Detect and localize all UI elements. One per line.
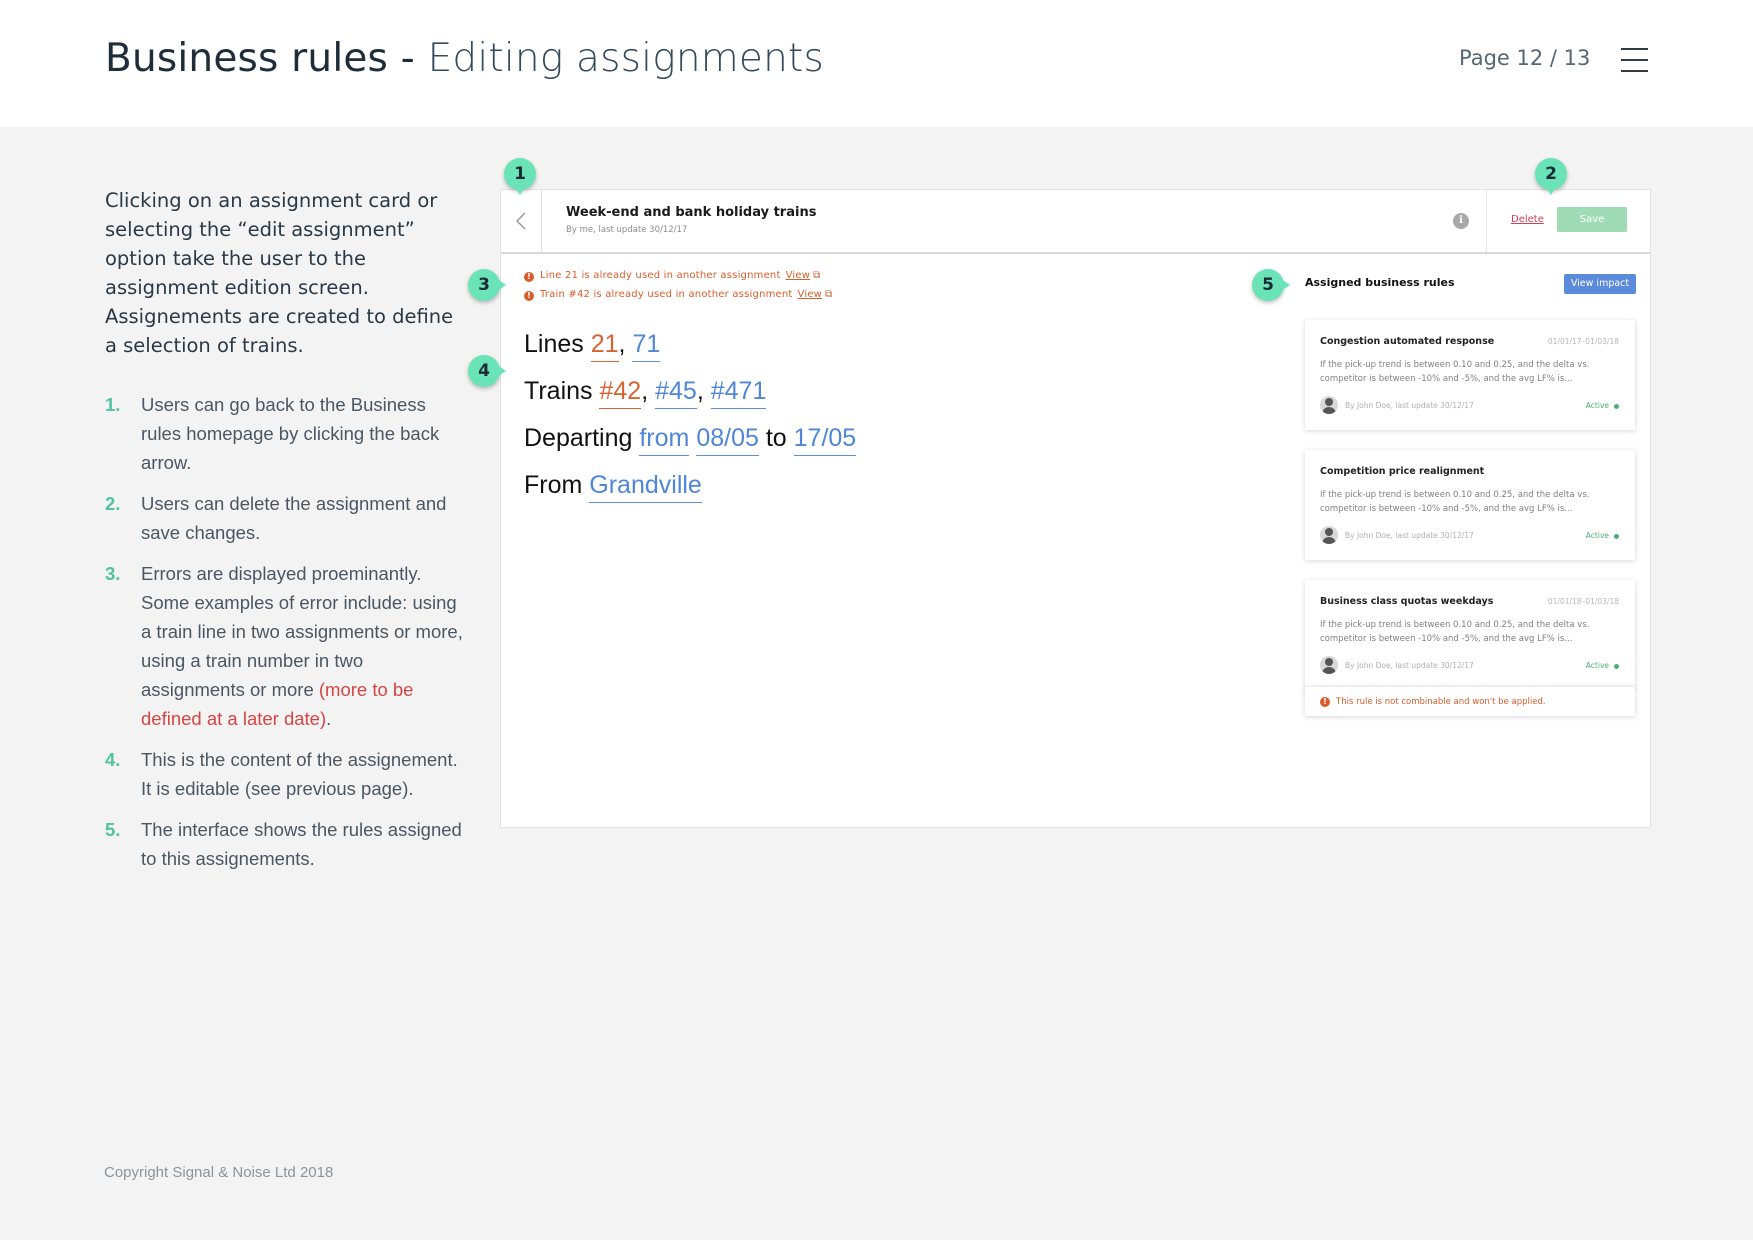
callout-badge-1: 1 xyxy=(504,158,536,195)
status-dot-icon xyxy=(1614,664,1619,669)
date-from-token[interactable]: 08/05 xyxy=(696,424,759,456)
rule-status: Active xyxy=(1585,661,1609,670)
status-dot-icon xyxy=(1614,404,1619,409)
train-token[interactable]: #42 xyxy=(599,377,642,409)
note-number: 5. xyxy=(105,819,121,840)
note-text-end: . xyxy=(326,708,332,729)
note-text: Users can delete the assignment and save… xyxy=(141,493,447,543)
from-token[interactable]: from xyxy=(639,424,690,456)
rule-title: Business class quotas weekdays xyxy=(1320,596,1494,607)
avatar xyxy=(1320,526,1338,544)
error-icon: ! xyxy=(524,291,534,301)
departing-label: Departing xyxy=(524,424,633,452)
rule-date: 01/01/18–01/03/18 xyxy=(1547,597,1619,606)
back-button[interactable] xyxy=(501,190,542,252)
external-link-icon: ⧉ xyxy=(813,270,821,281)
lines-label: Lines xyxy=(524,330,584,358)
train-token[interactable]: #45 xyxy=(655,377,697,409)
rule-description: If the pick-up trend is between 0.10 and… xyxy=(1320,620,1590,644)
content-departing-row: Departing from 08/05 to 17/05 xyxy=(524,424,857,456)
error-message: ! Line 21 is already used in another assi… xyxy=(524,270,820,282)
rule-title: Competition price realignment xyxy=(1320,466,1485,477)
rule-description: If the pick-up trend is between 0.10 and… xyxy=(1320,490,1590,514)
external-link-icon: ⧉ xyxy=(825,289,833,300)
note-item: 5. The interface shows the rules assigne… xyxy=(105,815,465,873)
error-message: ! Train #42 is already used in another as… xyxy=(524,289,832,301)
avatar xyxy=(1320,656,1338,674)
copyright-footer: Copyright Signal & Noise Ltd 2018 xyxy=(104,1164,334,1181)
delete-button[interactable]: Delete xyxy=(1511,214,1544,225)
date-to-token[interactable]: 17/05 xyxy=(793,424,857,456)
callout-badge-4: 4 xyxy=(468,355,506,387)
note-item: 4. This is the content of the assignemen… xyxy=(105,745,465,803)
to-label: to xyxy=(765,424,787,452)
callout-badge-5: 5 xyxy=(1252,269,1290,301)
hamburger-menu-icon[interactable] xyxy=(1621,48,1648,72)
info-icon[interactable]: i xyxy=(1453,213,1469,229)
content-trains-row: Trains #42, #45, #471 xyxy=(524,377,767,409)
view-impact-button[interactable]: View impact xyxy=(1564,274,1636,294)
warning-icon: ! xyxy=(1320,697,1330,707)
separator: , xyxy=(618,330,626,358)
editor-header: Week-end and bank holiday trains By me, … xyxy=(501,190,1650,254)
note-text: Errors are displayed proeminantly. Some … xyxy=(141,563,463,700)
rule-warning-text: This rule is not combinable and won't be… xyxy=(1336,697,1546,707)
separator: , xyxy=(641,377,649,405)
rule-card[interactable]: Business class quotas weekdays 01/01/18–… xyxy=(1305,580,1635,690)
note-number: 4. xyxy=(105,749,121,770)
train-token[interactable]: #471 xyxy=(710,377,767,409)
separator: , xyxy=(696,377,704,405)
chevron-left-icon xyxy=(515,212,526,230)
note-item: 1. Users can go back to the Business rul… xyxy=(105,390,465,477)
assignment-editor-mockup: Week-end and bank holiday trains By me, … xyxy=(500,189,1651,828)
status-dot-icon xyxy=(1614,534,1619,539)
notes-list: 1. Users can go back to the Business rul… xyxy=(105,390,465,885)
rule-meta: By John Doe, last update 30/12/17 xyxy=(1345,401,1474,410)
rule-card[interactable]: Congestion automated response 01/01/17–0… xyxy=(1305,320,1635,430)
rule-card[interactable]: Competition price realignment If the pic… xyxy=(1305,450,1635,560)
assignment-subtitle: By me, last update 30/12/17 xyxy=(566,225,688,235)
rule-date: 01/01/17–01/03/18 xyxy=(1547,337,1619,346)
rule-title: Congestion automated response xyxy=(1320,336,1495,347)
page-number: Page 12 / 13 xyxy=(1459,46,1591,70)
content-lines-row: Lines 21, 71 xyxy=(524,330,661,362)
intro-paragraph: Clicking on an assignment card or select… xyxy=(105,189,454,357)
note-text: Users can go back to the Business rules … xyxy=(141,394,440,473)
note-number: 1. xyxy=(105,394,121,415)
assignment-title: Week-end and bank holiday trains xyxy=(566,205,817,220)
assigned-rules-title: Assigned business rules xyxy=(1305,276,1455,289)
line-token[interactable]: 71 xyxy=(632,330,661,362)
callout-badge-2: 2 xyxy=(1535,158,1567,195)
line-token[interactable]: 21 xyxy=(590,330,619,362)
rule-status: Active xyxy=(1585,401,1609,410)
header-divider xyxy=(1486,190,1487,252)
note-number: 3. xyxy=(105,563,121,584)
from-label: From xyxy=(524,471,583,499)
page-title-sub: Editing assignments xyxy=(427,36,825,81)
error-icon: ! xyxy=(524,272,534,282)
rule-warning: ! This rule is not combinable and won't … xyxy=(1305,686,1635,716)
error-text: Train #42 is already used in another ass… xyxy=(540,289,793,300)
error-view-link[interactable]: View xyxy=(798,289,823,300)
top-bar: Business rules - Editing assignments Pag… xyxy=(0,0,1753,127)
note-item: 2. Users can delete the assignment and s… xyxy=(105,489,465,547)
page-title-main: Business rules - xyxy=(105,36,415,81)
rule-meta: By John Doe, last update 30/12/17 xyxy=(1345,531,1474,540)
rule-description: If the pick-up trend is between 0.10 and… xyxy=(1320,360,1590,384)
callout-badge-3: 3 xyxy=(468,269,506,301)
station-token[interactable]: Grandville xyxy=(589,471,702,503)
trains-label: Trains xyxy=(524,377,593,405)
note-item: 3. Errors are displayed proeminantly. So… xyxy=(105,559,465,733)
rule-meta: By John Doe, last update 30/12/17 xyxy=(1345,661,1474,670)
page-title: Business rules - Editing assignments xyxy=(105,36,824,81)
note-text: This is the content of the assignement. … xyxy=(141,749,458,799)
note-text: The interface shows the rules assigned t… xyxy=(141,819,462,869)
error-view-link[interactable]: View xyxy=(786,270,811,281)
rule-status: Active xyxy=(1585,531,1609,540)
content-from-row: From Grandville xyxy=(524,471,702,503)
save-button[interactable]: Save xyxy=(1557,207,1627,232)
avatar xyxy=(1320,396,1338,414)
note-number: 2. xyxy=(105,493,121,514)
error-text: Line 21 is already used in another assig… xyxy=(540,270,781,281)
